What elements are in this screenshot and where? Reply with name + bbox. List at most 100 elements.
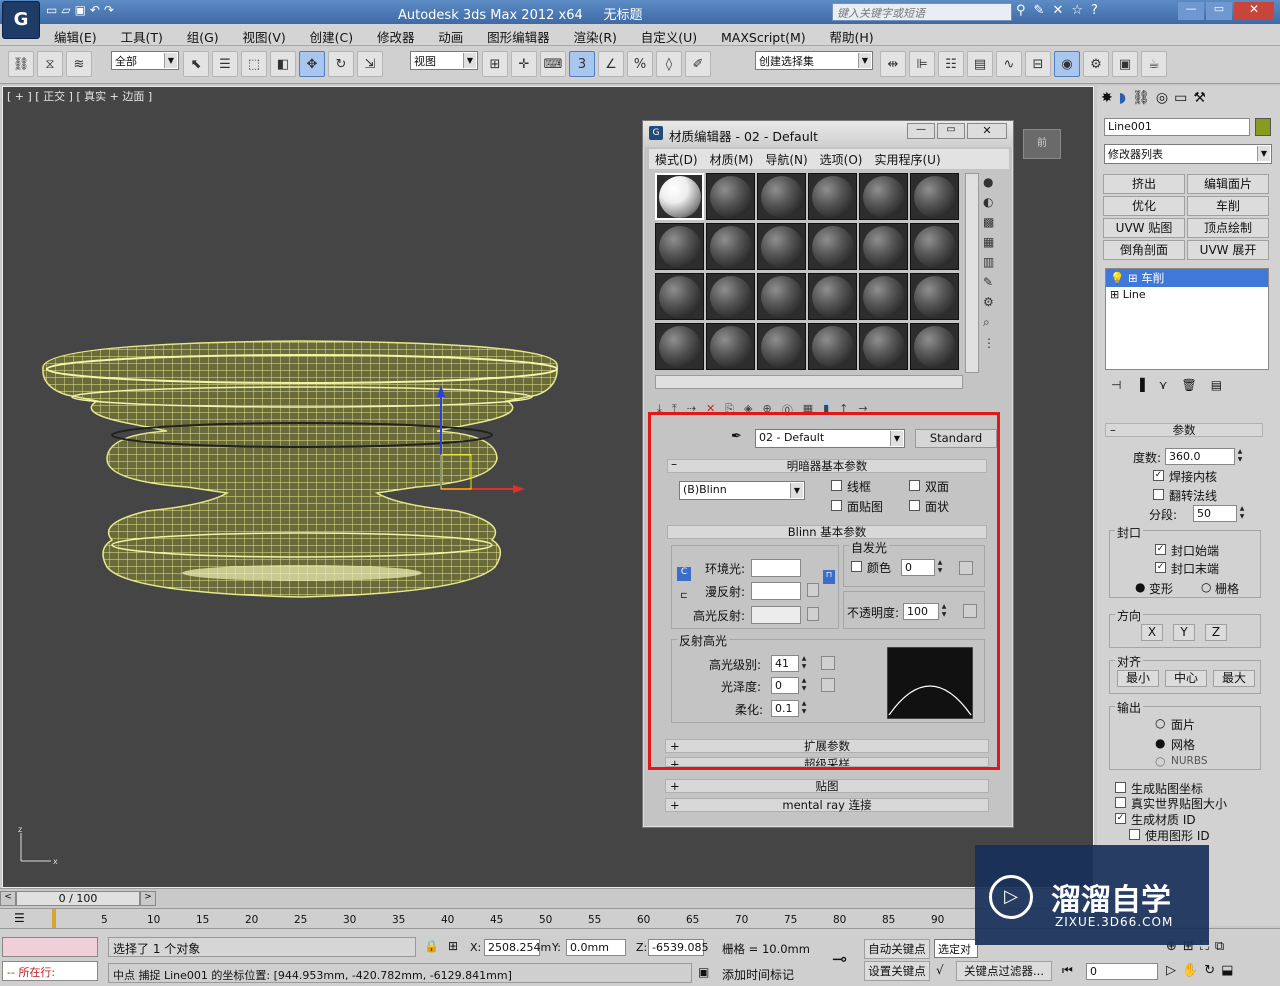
modifier-button[interactable]: UVW 贴图	[1103, 218, 1185, 238]
undo-icon[interactable]: ↶	[90, 3, 100, 17]
menu-maxscript[interactable]: MAXScript(M)	[711, 27, 816, 45]
time-tag-icon[interactable]: ▣	[698, 965, 709, 979]
configure-sets-icon[interactable]: ▤	[1211, 378, 1222, 392]
sample-slot[interactable]	[706, 323, 755, 370]
background-icon[interactable]: ▩	[983, 215, 995, 229]
menu-customize[interactable]: 自定义(U)	[631, 24, 707, 46]
sample-slot[interactable]	[655, 323, 704, 370]
bind-spacewarp-icon[interactable]: ≋	[66, 51, 92, 77]
link-icon[interactable]: ⛓	[8, 51, 34, 77]
keyboard-shortcut-icon[interactable]: ⌨	[540, 51, 566, 77]
utilities-tab-icon[interactable]: ⚒	[1193, 90, 1206, 106]
sample-slot[interactable]	[655, 273, 704, 320]
modifier-button[interactable]: UVW 展开	[1187, 240, 1269, 260]
angle-snap-icon[interactable]: ∠	[598, 51, 624, 77]
sample-slot[interactable]	[808, 173, 857, 220]
use-shape-id-checkbox[interactable]	[1129, 829, 1140, 840]
sample-slot[interactable]	[655, 223, 704, 270]
save-icon[interactable]: ▣	[75, 3, 86, 17]
community-icon[interactable]: ✕	[1052, 3, 1063, 18]
menu-views[interactable]: 视图(V)	[232, 24, 295, 46]
material-navigator-icon[interactable]: ⋮	[983, 336, 995, 350]
align-center-button[interactable]: 中心	[1165, 670, 1207, 687]
modifier-list-dropdown[interactable]: 修改器列表 ▼	[1104, 144, 1272, 164]
grid-radio[interactable]: ○	[1201, 580, 1211, 594]
time-prev-button[interactable]: <	[0, 891, 16, 906]
viewcube[interactable]: 前	[1023, 129, 1061, 159]
mini-curve-icon[interactable]: ☰	[14, 911, 25, 925]
medit-menu-utilities[interactable]: 实用程序(U)	[874, 151, 940, 167]
favorites-icon[interactable]: ☆	[1071, 3, 1083, 18]
time-slider-thumb[interactable]: 0 / 100	[16, 891, 140, 906]
help-icon[interactable]: ?	[1091, 3, 1098, 18]
rotate-icon[interactable]: ↻	[328, 51, 354, 77]
selection-filter-dropdown[interactable]: 全部 ▼	[111, 51, 179, 70]
create-tab-icon[interactable]: ✸	[1101, 90, 1113, 106]
render-teapot-icon[interactable]: ☕	[1141, 51, 1167, 77]
select-object-icon[interactable]: ⬉	[183, 51, 209, 77]
menu-group[interactable]: 组(G)	[177, 24, 229, 46]
menu-modifiers[interactable]: 修改器	[367, 24, 425, 46]
gen-map-coords-checkbox[interactable]	[1115, 782, 1126, 793]
modify-tab-icon[interactable]: ◗	[1119, 90, 1126, 106]
modifier-button[interactable]: 倒角剖面	[1103, 240, 1185, 260]
sample-slot[interactable]	[757, 273, 806, 320]
track-bar[interactable]: ☰ 5 10 15 20 25 30 35 40 45 50 55 60 65 …	[0, 908, 1097, 929]
mirror-icon[interactable]: ⇹	[880, 51, 906, 77]
medit-menu-modes[interactable]: 模式(D)	[655, 151, 698, 167]
align-icon[interactable]: ⊫	[909, 51, 935, 77]
maxscript-listener-mini[interactable]	[2, 937, 98, 957]
binoculars-icon[interactable]: ⚲	[1016, 3, 1026, 18]
time-slider[interactable]: < 0 / 100 >	[0, 888, 1097, 908]
stack-item-lathe[interactable]: 💡 ⊞ 车削	[1106, 269, 1268, 287]
mesh-radio[interactable]: ●	[1155, 736, 1165, 750]
add-time-tag-label[interactable]: 添加时间标记	[722, 966, 794, 983]
parameters-rollout-header[interactable]: – 参数	[1105, 423, 1263, 437]
sample-slot[interactable]	[910, 173, 959, 220]
patch-radio[interactable]: ○	[1155, 716, 1165, 730]
maximize-viewport-icon[interactable]: ⬓	[1221, 963, 1233, 978]
graphite-icon[interactable]: ▤	[967, 51, 993, 77]
medit-minimize-button[interactable]: —	[907, 123, 935, 139]
new-file-icon[interactable]: ▭	[46, 3, 57, 17]
sample-hscroll[interactable]	[655, 375, 963, 389]
segments-spinner[interactable]: ▲ ▼	[1237, 505, 1247, 522]
unlink-icon[interactable]: ⧖	[37, 51, 63, 77]
scale-icon[interactable]: ⇲	[357, 51, 383, 77]
maximize-button[interactable]: ▭	[1206, 2, 1232, 20]
sample-slot[interactable]	[859, 323, 908, 370]
modifier-button[interactable]: 车削	[1187, 196, 1269, 216]
sample-slot[interactable]	[859, 273, 908, 320]
percent-snap-icon[interactable]: %	[627, 51, 653, 77]
direction-y-button[interactable]: Y	[1173, 624, 1195, 641]
cap-end-checkbox[interactable]: ✓	[1155, 562, 1166, 573]
open-file-icon[interactable]: ▱	[61, 3, 70, 17]
viewport-label[interactable]: [ + ] [ 正交 ] [ 真实 + 边面 ]	[7, 88, 152, 104]
object-color-swatch[interactable]	[1255, 118, 1271, 136]
segments-input[interactable]: 50	[1193, 505, 1237, 522]
edit-named-selection-icon[interactable]: ✐	[685, 51, 711, 77]
backlight-icon[interactable]: ◐	[983, 195, 995, 209]
sample-slot[interactable]	[859, 173, 908, 220]
snap-toggle-icon[interactable]: 3	[569, 51, 595, 77]
direction-x-button[interactable]: X	[1141, 624, 1163, 641]
flip-normals-checkbox[interactable]	[1153, 489, 1164, 500]
medit-close-button[interactable]: ✕	[967, 123, 1007, 139]
set-key-button[interactable]: 设置关键点	[864, 961, 930, 981]
make-preview-icon[interactable]: ✎	[983, 275, 995, 289]
select-by-material-icon[interactable]: ⌕	[983, 315, 995, 330]
window-crossing-icon[interactable]: ◧	[270, 51, 296, 77]
schematic-view-icon[interactable]: ⊟	[1025, 51, 1051, 77]
modifier-button[interactable]: 挤出	[1103, 174, 1185, 194]
sample-slot[interactable]	[757, 323, 806, 370]
morph-radio[interactable]: ●	[1135, 580, 1145, 594]
material-editor-icon[interactable]: ◉	[1054, 51, 1080, 77]
degrees-spinner[interactable]: ▲ ▼	[1235, 448, 1245, 465]
zoom-extents-all-icon[interactable]: ⧉	[1215, 939, 1224, 954]
auto-key-button[interactable]: 自动关键点	[864, 939, 930, 959]
sample-slot[interactable]	[706, 173, 755, 220]
sample-slot[interactable]	[808, 323, 857, 370]
video-check-icon[interactable]: ▥	[983, 255, 995, 269]
menu-rendering[interactable]: 渲染(R)	[563, 24, 626, 46]
redo-icon[interactable]: ↷	[104, 3, 114, 17]
